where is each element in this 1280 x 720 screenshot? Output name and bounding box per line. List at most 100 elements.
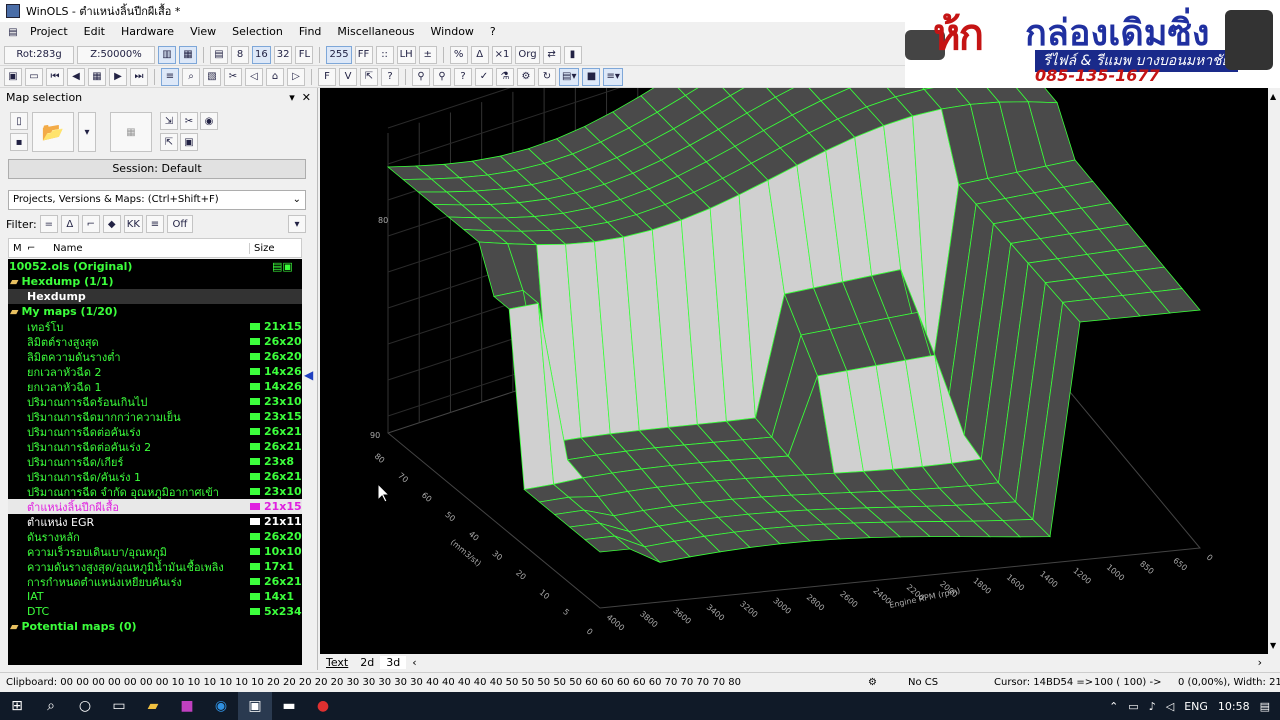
volume-icon[interactable]: ◁ (1166, 700, 1174, 713)
original-icon[interactable]: Org (515, 45, 540, 64)
list-icon[interactable]: ≡ (161, 67, 179, 86)
project-row[interactable]: 10052.ols (Original) ▤▣ (8, 259, 302, 274)
filter-delta-icon[interactable]: Δ (60, 215, 79, 233)
scroll-down-icon[interactable]: ▼ (1270, 641, 1276, 650)
scroll-right-icon[interactable]: › (1252, 656, 1268, 669)
print-icon[interactable]: ▣ (180, 133, 198, 151)
filter-equal-icon[interactable]: = (39, 215, 58, 233)
menu-find[interactable]: Find (291, 22, 330, 42)
chevron-down-icon[interactable]: ⌄ (293, 191, 301, 209)
filter-icon[interactable]: ⚗ (496, 67, 514, 86)
compare-icon[interactable]: ⇄ (542, 45, 561, 64)
menu-selection[interactable]: Selection (224, 22, 291, 42)
frame-icon[interactable]: F (318, 67, 336, 86)
export-icon[interactable]: ⇱ (360, 67, 378, 86)
app-ecm-icon[interactable]: ■ (170, 692, 204, 720)
last-icon[interactable]: ⏭ (130, 67, 148, 86)
terminal-icon[interactable]: ▬ (272, 692, 306, 720)
hex-view-icon[interactable]: ▤ (210, 45, 228, 64)
mic-icon[interactable]: ♪ (1149, 700, 1156, 713)
folder-potential-row[interactable]: ▰ Potential maps (0) (8, 619, 302, 634)
network-icon[interactable]: ▭ (1128, 700, 1138, 713)
surface-plot[interactable]: 8090807060504030201050(mm3/st)4000 3800 36… (320, 0, 1270, 654)
view-grid-icon[interactable]: ▦ (179, 45, 197, 64)
panel-menu-icon[interactable]: ▾ (289, 91, 295, 104)
view-mode-icon[interactable]: ▥ (158, 45, 176, 64)
map-list-item[interactable]: IAT 14x1 (8, 589, 302, 604)
tab-3d[interactable]: 3d (380, 655, 407, 669)
checksum-icon[interactable]: ✓ (475, 67, 493, 86)
col-name[interactable]: Name (53, 243, 249, 254)
map-icon[interactable]: ▧ (203, 67, 221, 86)
bits-float-icon[interactable]: FL (295, 45, 314, 64)
map-3d-view[interactable]: 80 90 80 70 60 50 40 30 20 10 5 0 (mm3/st) 4000 3800 36… (320, 0, 1270, 654)
edge-icon[interactable]: ◉ (204, 692, 238, 720)
help-icon[interactable]: ? (381, 67, 399, 86)
prev-icon[interactable]: ◀ (67, 67, 85, 86)
vertical-scrollbar[interactable]: ▲ ▼ (1268, 88, 1280, 654)
menu-edit[interactable]: Edit (76, 22, 113, 42)
search-map-icon[interactable]: ⌕ (182, 67, 200, 86)
filter-curve-icon[interactable]: ⌐ (81, 215, 100, 233)
version-icon[interactable]: V (339, 67, 357, 86)
menu-help[interactable]: ? (482, 22, 504, 42)
file-explorer-icon[interactable]: ▰ (136, 692, 170, 720)
first-icon[interactable]: ⏮ (46, 67, 64, 86)
task-view-icon[interactable]: ▭ (102, 692, 136, 720)
new-window-icon[interactable]: ▭ (25, 67, 43, 86)
tool-icon[interactable]: ✂ (224, 67, 242, 86)
doc-icon[interactable]: ▤ (4, 23, 22, 41)
map-list-item[interactable]: DTC 5x234 (8, 604, 302, 619)
map-list-item[interactable]: การกำหนดตำแหน่งเหยียบคันเร่ง 26x21 (8, 574, 302, 589)
sort-icon[interactable]: ⌐ (27, 243, 53, 254)
menu-window[interactable]: Window (423, 22, 482, 42)
hexdump-row[interactable]: Hexdump (8, 289, 302, 304)
rotation-field[interactable]: Rot:283g (4, 45, 74, 64)
hex-icon[interactable]: FF (354, 45, 373, 64)
bits32-icon[interactable]: 32 (273, 45, 293, 64)
zoom-field[interactable]: Z:50000% (77, 45, 155, 64)
cortana-icon[interactable]: ○ (68, 692, 102, 720)
save-icon[interactable]: ▪ (10, 133, 28, 151)
menu-miscellaneous[interactable]: Miscellaneous (329, 22, 422, 42)
notification-icon[interactable]: ▤ (1260, 700, 1270, 713)
tab-2d[interactable]: 2d (354, 656, 380, 669)
tab-text[interactable]: Text (320, 656, 354, 669)
project-row-icons[interactable]: ▤▣ (272, 260, 302, 273)
next-icon[interactable]: ▶ (109, 67, 127, 86)
bits16-icon[interactable]: 16 (252, 45, 271, 64)
settings-icon[interactable]: ⚙ (517, 67, 535, 86)
lohi-icon[interactable]: LH (396, 45, 416, 64)
menu-project[interactable]: Project (22, 22, 76, 42)
filter-kk-icon[interactable]: KK (123, 215, 143, 233)
col-m[interactable]: M (9, 243, 27, 254)
color-icon[interactable]: ■ (582, 67, 601, 86)
search-icon[interactable]: ⌕ (34, 692, 68, 720)
filter-dropdown-icon[interactable]: ▾ (288, 215, 306, 233)
open-dropdown-icon[interactable]: ▾ (78, 112, 96, 152)
import-icon[interactable]: ⇲ (160, 112, 178, 130)
home-icon[interactable]: ⌂ (266, 67, 284, 86)
chip-icon[interactable]: ▣ (4, 67, 22, 86)
color-palette-icon[interactable]: ▮ (563, 45, 582, 64)
scroll-left-icon[interactable]: ‹ (406, 656, 422, 669)
col-size[interactable]: Size (249, 242, 301, 254)
filter-list-icon[interactable]: ≡ (145, 215, 164, 233)
start-windows-icon[interactable]: ⊞ (0, 692, 34, 720)
delta-icon[interactable]: Δ (470, 45, 489, 64)
search-help-icon[interactable]: ? (454, 67, 472, 86)
status-gear-icon[interactable]: ⚙ (868, 677, 908, 688)
tray-up-icon[interactable]: ⌃ (1109, 700, 1118, 713)
record-icon[interactable]: ● (306, 692, 340, 720)
project-search-combo[interactable]: Projects, Versions & Maps: (Ctrl+Shift+F… (8, 190, 306, 210)
align-dropdown-icon[interactable]: ≡▾ (603, 67, 623, 86)
globe-icon[interactable]: ◉ (200, 112, 218, 130)
folder-hexdump-row[interactable]: ▰ Hexdump (1/1) (8, 274, 302, 289)
table-icon[interactable]: ▦ (88, 67, 106, 86)
tools-icon[interactable]: ✂ (180, 112, 198, 130)
filter-tag-icon[interactable]: ◆ (102, 215, 121, 233)
collapse-arrow-icon[interactable]: ◀ (304, 368, 314, 408)
filter-off-button[interactable]: Off (166, 215, 193, 233)
language-indicator[interactable]: ENG (1184, 700, 1208, 713)
layout-dropdown-icon[interactable]: ▤▾ (559, 67, 580, 86)
